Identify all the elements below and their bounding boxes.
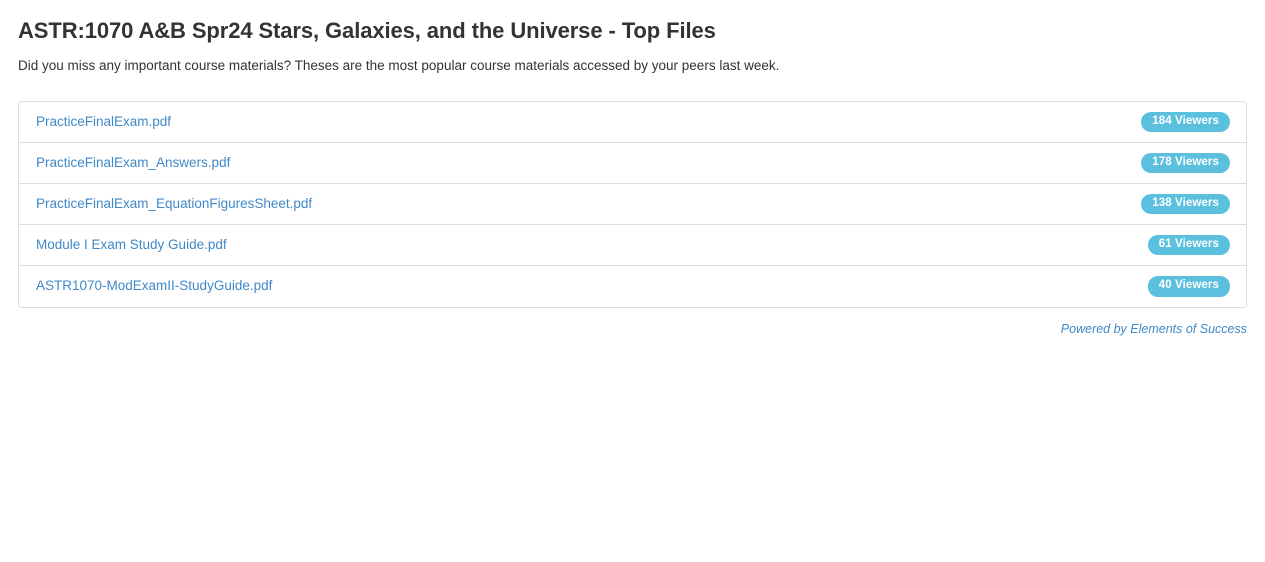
page-subtitle: Did you miss any important course materi… [18, 57, 780, 73]
file-link[interactable]: PracticeFinalExam_EquationFiguresSheet.p… [36, 195, 312, 214]
viewers-badge: 138 Viewers [1141, 193, 1230, 215]
viewers-badge: 61 Viewers [1147, 234, 1230, 256]
viewers-badge: 40 Viewers [1147, 276, 1230, 297]
file-row[interactable]: PracticeFinalExam_EquationFiguresSheet.p… [19, 184, 1246, 226]
page-title: ASTR:1070 A&B Spr24 Stars, Galaxies, and… [18, 18, 716, 43]
top-files-list: PracticeFinalExam.pdf 184 Viewers Practi… [18, 101, 1247, 309]
file-link[interactable]: ASTR1070-ModExamII-StudyGuide.pdf [36, 277, 272, 296]
page-footer: Powered by Elements of Success [18, 320, 1247, 339]
file-row[interactable]: PracticeFinalExam_Answers.pdf 178 Viewer… [19, 143, 1246, 185]
page-header: ASTR:1070 A&B Spr24 Stars, Galaxies, and… [0, 0, 1265, 75]
file-row[interactable]: PracticeFinalExam.pdf 184 Viewers [19, 102, 1246, 144]
viewers-badge: 178 Viewers [1141, 152, 1230, 174]
viewers-badge: 184 Viewers [1141, 111, 1230, 133]
powered-by-link[interactable]: Powered by Elements of Success [1061, 322, 1247, 336]
file-row[interactable]: Module I Exam Study Guide.pdf 61 Viewers [19, 225, 1246, 267]
top-files-page: ASTR:1070 A&B Spr24 Stars, Galaxies, and… [0, 0, 1265, 562]
file-row[interactable]: ASTR1070-ModExamII-StudyGuide.pdf 40 Vie… [19, 266, 1246, 308]
file-link[interactable]: PracticeFinalExam_Answers.pdf [36, 154, 230, 173]
file-link[interactable]: Module I Exam Study Guide.pdf [36, 236, 227, 255]
file-link[interactable]: PracticeFinalExam.pdf [36, 113, 171, 132]
